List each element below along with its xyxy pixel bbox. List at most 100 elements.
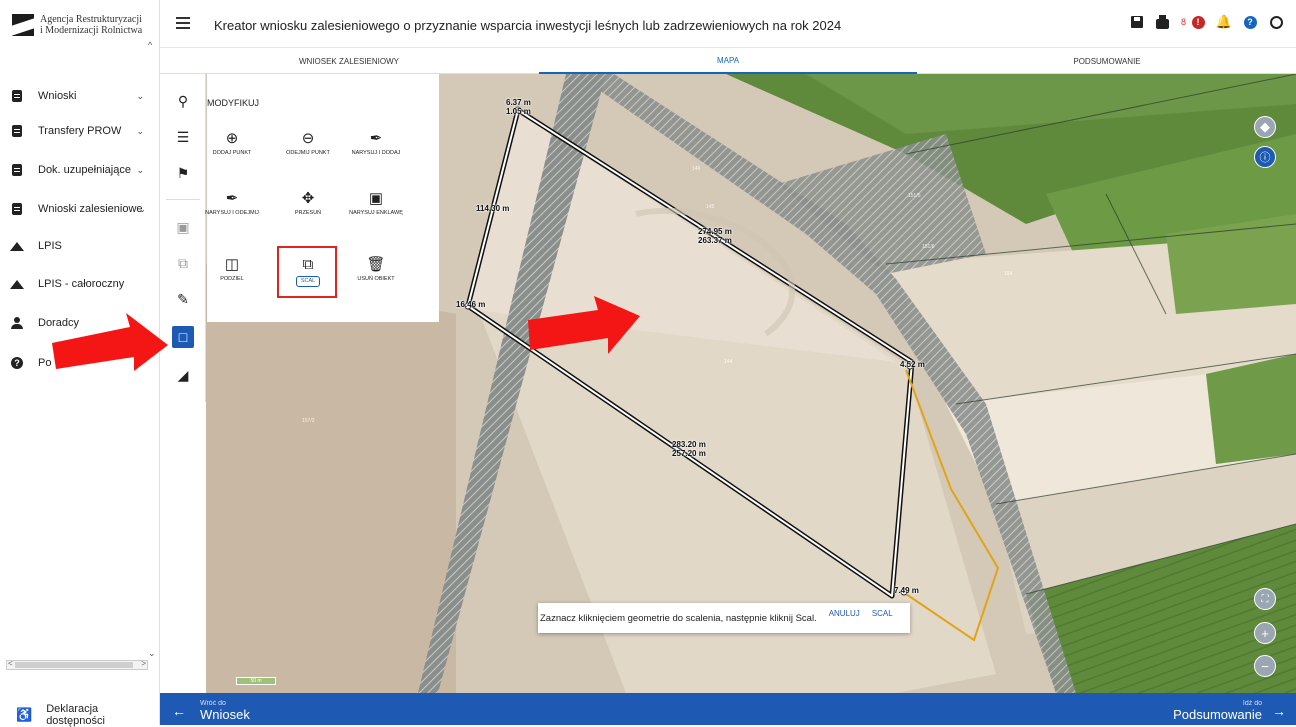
fullscreen-button[interactable]: ⛶ xyxy=(1254,588,1276,610)
scroll-up-icon[interactable]: ^ xyxy=(148,40,152,50)
document-icon xyxy=(10,163,24,177)
remove-point-button[interactable]: ⊖ ODEJMIJ PUNKT xyxy=(279,130,337,157)
dimension-label: 7.49 m xyxy=(894,586,919,595)
divider xyxy=(166,199,200,200)
sidebar-item-transfery[interactable]: Transfery PROW ⌄ xyxy=(10,120,150,142)
tab-podsumowanie[interactable]: PODSUMOWANIE xyxy=(918,48,1296,74)
tab-bar: WNIOSEK ZALESIENIOWY MAPA PODSUMOWANIE xyxy=(160,48,1296,74)
scroll-right-icon[interactable]: > xyxy=(141,659,146,668)
pencil-icon[interactable]: ✎ xyxy=(172,288,194,310)
tab-mapa[interactable]: MAPA xyxy=(539,48,917,74)
sidebar-item-lpis-caloroczny[interactable]: LPIS - całoroczny xyxy=(10,273,150,295)
next-caption: Idź do xyxy=(1242,700,1262,707)
parcel-icon[interactable]: ⚑ xyxy=(172,162,194,184)
arrow-right-icon: → xyxy=(1272,703,1286,719)
search-icon[interactable]: ⚲ xyxy=(172,90,194,112)
sidebar-item-dok-uzupelniajace[interactable]: Dok. uzupełniające ⌄ xyxy=(10,159,150,181)
logo-line-2: i Modernizacji Rolnictwa xyxy=(40,25,143,36)
modify-panel: MODYFIKUJ ⊕ DODAJ PUNKT ⊖ ODEJMIJ PUNKT … xyxy=(205,74,439,322)
back-label: Wniosek xyxy=(200,707,250,722)
top-bar: Kreator wniosku zalesieniowego o przyzna… xyxy=(160,0,1296,48)
measure-icon[interactable]: ◢ xyxy=(172,364,194,386)
trash-icon: 🗑 xyxy=(366,256,386,273)
horizontal-scrollbar[interactable]: < > xyxy=(6,659,148,670)
info-button[interactable]: ⓘ xyxy=(1254,146,1276,168)
parcel-label: 157/2 xyxy=(302,418,315,424)
accessibility-icon: ♿ xyxy=(16,707,33,722)
print-icon[interactable] xyxy=(1155,14,1171,30)
logo-line-1: Agencja Restrukturyzacji xyxy=(40,14,142,25)
scale-bar: 50 m xyxy=(236,677,276,685)
dimension-label: 16.46 m xyxy=(456,300,486,309)
alert-icon[interactable]: ! xyxy=(1190,14,1206,30)
sidebar-item-label: Po xyxy=(38,357,52,369)
sidebar-item-label: Wnioski xyxy=(38,90,77,102)
merge-confirm-button[interactable]: SCAL xyxy=(872,609,893,618)
modify-geometry-icon[interactable]: □ xyxy=(172,326,194,348)
add-point-icon: ⊕ xyxy=(225,130,239,147)
split-icon: ◫ xyxy=(224,256,240,273)
dimension-label: 283.20 m 257.20 m xyxy=(672,440,706,458)
menu-icon[interactable] xyxy=(176,17,190,29)
enclave-button[interactable]: ▣ NARYSUJ ENKLAWĘ xyxy=(347,190,405,217)
chevron-down-icon: ⌄ xyxy=(138,203,146,214)
draw-subtract-icon: ✒ xyxy=(225,190,239,207)
help-icon: ? xyxy=(10,356,24,370)
user-icon xyxy=(10,316,24,330)
add-point-button[interactable]: ⊕ DODAJ PUNKT xyxy=(203,130,261,157)
draw-subtract-button[interactable]: ✒ NARYSUJ I ODEJMIJ xyxy=(203,190,261,217)
cancel-button[interactable]: ANULUJ xyxy=(829,609,860,618)
help-icon[interactable]: ? xyxy=(1242,14,1258,30)
layers-button[interactable]: ◆ xyxy=(1254,116,1276,138)
next-button[interactable]: Idź do Podsumowanie → xyxy=(1173,700,1286,722)
dimension-label: 4.52 m xyxy=(900,360,925,369)
annotation-arrow-right xyxy=(528,296,640,354)
sidebar-item-label: LPIS xyxy=(38,240,62,252)
tab-wniosek-zalesieniowy[interactable]: WNIOSEK ZALESIENIOWY xyxy=(160,48,538,74)
split-button[interactable]: ◫ PODZIEL xyxy=(203,256,261,283)
notification-count: 8 xyxy=(1180,17,1186,27)
merge-highlight-frame xyxy=(277,246,337,298)
parcel-label: 151/5 xyxy=(908,193,921,199)
next-label: Podsumowanie xyxy=(1173,707,1262,722)
back-caption: Wróć do xyxy=(200,700,226,707)
top-actions: 8 ! 🔔 ? xyxy=(1129,14,1284,30)
parcel-label: 151/6 xyxy=(922,244,935,250)
enclave-icon: ▣ xyxy=(368,190,384,207)
scroll-left-icon[interactable]: < xyxy=(8,659,13,668)
parcel-label: 145 xyxy=(706,204,715,210)
sidebar-item-label: LPIS - całoroczny xyxy=(38,278,125,290)
logo-mark xyxy=(12,14,34,36)
draw-add-button[interactable]: ✒ NARYSUJ I DODAJ xyxy=(347,130,405,157)
sidebar-item-wnioski[interactable]: Wnioski ⌄ xyxy=(10,85,150,107)
parcel-label: 154 xyxy=(1004,271,1013,277)
delete-object-button[interactable]: 🗑 USUŃ OBIEKT xyxy=(347,256,405,283)
zoom-in-button[interactable]: + xyxy=(1254,622,1276,644)
scrollbar-thumb[interactable] xyxy=(15,662,133,668)
list-icon[interactable]: ☰ xyxy=(172,126,194,148)
accessibility-link[interactable]: ♿ Deklaracja dostępności xyxy=(16,703,159,727)
sidebar-item-label: Wnioski zalesieniowe xyxy=(38,203,143,215)
fullscreen-icon: ⛶ xyxy=(1261,593,1269,605)
mountain-icon xyxy=(10,239,24,253)
back-button[interactable]: ← Wróć do Wniosek xyxy=(172,700,250,722)
arimr-logo[interactable]: Agencja Restrukturyzacji i Modernizacji … xyxy=(12,14,150,36)
zoom-out-button[interactable]: − xyxy=(1254,655,1276,677)
copy-icon[interactable]: ⧉ xyxy=(172,252,194,274)
scroll-down-icon[interactable]: ⌄ xyxy=(148,648,156,659)
sidebar-item-wnioski-zalesieniowe[interactable]: Wnioski zalesieniowe ⌄ xyxy=(10,198,150,220)
document-icon xyxy=(10,89,24,103)
arrow-left-icon: ← xyxy=(172,703,186,719)
sidebar-item-lpis[interactable]: LPIS xyxy=(10,235,150,257)
save-icon[interactable] xyxy=(1129,14,1145,30)
account-icon[interactable] xyxy=(1268,14,1284,30)
hint-message: Zaznacz kliknięciem geometrie do scaleni… xyxy=(540,612,817,624)
sidebar-item-label: Dok. uzupełniające xyxy=(38,164,131,176)
select-icon[interactable]: ▣ xyxy=(172,216,194,238)
panel-title: MODYFIKUJ xyxy=(207,98,260,108)
draw-add-icon: ✒ xyxy=(369,130,383,147)
bell-icon[interactable]: 🔔 xyxy=(1216,14,1232,30)
page-title: Kreator wniosku zalesieniowego o przyzna… xyxy=(214,18,842,33)
accessibility-label: Deklaracja dostępności xyxy=(46,703,105,727)
move-button[interactable]: ✥ PRZESUŃ xyxy=(279,190,337,217)
